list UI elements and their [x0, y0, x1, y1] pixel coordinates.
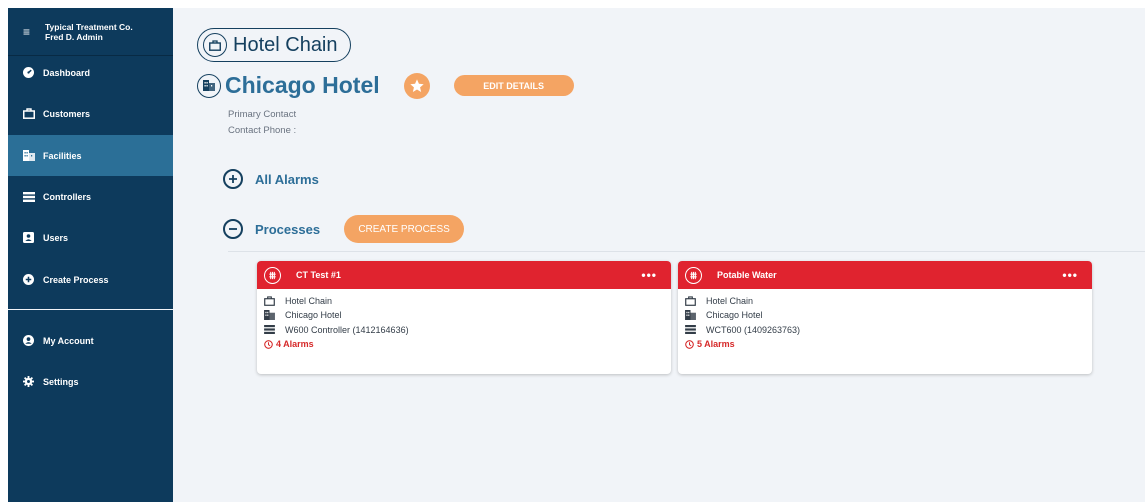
- sidebar-item-create-process[interactable]: Create Process: [8, 259, 173, 300]
- user-card-icon: [23, 232, 43, 243]
- gear-icon: [23, 376, 43, 387]
- chain-breadcrumb[interactable]: Hotel Chain: [197, 28, 351, 62]
- contact-phone: Contact Phone :: [228, 125, 297, 136]
- process-controller-text: WCT600 (1409263763): [706, 324, 801, 335]
- list-icon: [685, 325, 700, 335]
- briefcase-icon: [264, 296, 279, 307]
- process-facility: Chicago Hotel: [264, 308, 671, 322]
- process-facility-text: Chicago Hotel: [285, 310, 342, 321]
- sidebar-item-label: Controllers: [43, 191, 92, 202]
- process-chain: Hotel Chain: [685, 294, 1092, 308]
- sidebar-item-users[interactable]: Users: [8, 217, 173, 258]
- process-controller: W600 Controller (1412164636): [264, 323, 671, 337]
- process-alarms[interactable]: 5 Alarms: [685, 337, 1092, 351]
- sidebar: ≡ Typical Treatment Co. Fred D. Admin Da…: [8, 8, 190, 502]
- process-name: Potable Water: [717, 270, 777, 280]
- edit-details-button[interactable]: EDIT DETAILS: [453, 75, 574, 96]
- sidebar-item-label: Customers: [43, 108, 91, 119]
- facility-header: Chicago Hotel EDIT DETAILS: [197, 72, 574, 99]
- section-divider: [228, 251, 1145, 252]
- building-icon: [685, 310, 700, 321]
- org-name: Typical Treatment Co.: [45, 21, 133, 32]
- sidebar-item-label: Dashboard: [43, 67, 91, 78]
- process-controller-text: W600 Controller (1412164636): [285, 324, 409, 335]
- star-icon[interactable]: [403, 72, 430, 99]
- plus-circle-icon: [23, 274, 43, 285]
- process-facility: Chicago Hotel: [685, 308, 1092, 322]
- alarm-clock-icon: [685, 339, 695, 349]
- process-icon: [685, 266, 702, 284]
- sidebar-item-my-account[interactable]: My Account: [8, 320, 173, 361]
- building-icon: [197, 73, 221, 98]
- chain-name: Hotel Chain: [233, 33, 338, 56]
- sidebar-item-label: Facilities: [43, 150, 82, 161]
- more-options-icon[interactable]: •••: [1062, 268, 1078, 282]
- briefcase-icon: [203, 33, 227, 57]
- process-name: CT Test #1: [296, 270, 341, 280]
- collapse-minus-icon[interactable]: [223, 219, 243, 239]
- sidebar-item-label: Create Process: [43, 274, 109, 285]
- sidebar-item-facilities[interactable]: Facilities: [8, 135, 190, 176]
- sidebar-item-label: Settings: [43, 376, 79, 387]
- org-info: Typical Treatment Co. Fred D. Admin: [45, 22, 133, 42]
- user-name: Fred D. Admin: [45, 31, 103, 42]
- expand-plus-icon[interactable]: [223, 169, 243, 189]
- account-icon: [23, 335, 43, 346]
- more-options-icon[interactable]: •••: [641, 268, 657, 282]
- create-process-button[interactable]: CREATE PROCESS: [344, 215, 465, 243]
- process-card[interactable]: CT Test #1 ••• Hotel Chain Chicago Hotel…: [257, 261, 671, 374]
- process-chain-text: Hotel Chain: [285, 296, 333, 307]
- process-alarms-text: 5 Alarms: [697, 339, 735, 350]
- dashboard-icon: [23, 67, 43, 78]
- main-content: Hotel Chain Chicago Hotel EDIT DETAILS P…: [173, 8, 1145, 502]
- sidebar-item-label: Users: [43, 232, 69, 243]
- process-alarms-text: 4 Alarms: [276, 339, 314, 350]
- sidebar-item-label: My Account: [43, 335, 94, 346]
- building-icon: [23, 150, 43, 161]
- process-chain-text: Hotel Chain: [706, 296, 754, 307]
- sidebar-item-dashboard[interactable]: Dashboard: [8, 52, 173, 93]
- building-icon: [264, 310, 279, 321]
- all-alarms-section[interactable]: All Alarms: [223, 169, 319, 189]
- briefcase-icon: [685, 296, 700, 307]
- briefcase-icon: [23, 108, 43, 119]
- processes-section: Processes CREATE PROCESS: [223, 215, 465, 243]
- process-chain: Hotel Chain: [264, 294, 671, 308]
- processes-label: Processes: [255, 221, 321, 237]
- page-title: Chicago Hotel: [225, 72, 380, 98]
- process-alarms[interactable]: 4 Alarms: [264, 337, 671, 351]
- list-icon: [23, 191, 43, 202]
- alarm-clock-icon: [264, 339, 274, 349]
- hamburger-menu-icon[interactable]: ≡: [23, 25, 45, 39]
- sidebar-header: ≡ Typical Treatment Co. Fred D. Admin: [8, 8, 173, 56]
- process-card-header: Potable Water •••: [678, 261, 1092, 289]
- all-alarms-label: All Alarms: [255, 171, 319, 187]
- list-icon: [264, 325, 279, 335]
- process-card[interactable]: Potable Water ••• Hotel Chain Chicago Ho…: [678, 261, 1092, 374]
- sidebar-item-controllers[interactable]: Controllers: [8, 176, 173, 217]
- sidebar-divider: [8, 309, 173, 310]
- process-icon: [264, 266, 281, 284]
- sidebar-item-settings[interactable]: Settings: [8, 361, 173, 402]
- process-facility-text: Chicago Hotel: [706, 310, 763, 321]
- process-card-header: CT Test #1 •••: [257, 261, 671, 289]
- process-controller: WCT600 (1409263763): [685, 323, 1092, 337]
- primary-contact: Primary Contact: [228, 109, 297, 120]
- sidebar-item-customers[interactable]: Customers: [8, 93, 173, 134]
